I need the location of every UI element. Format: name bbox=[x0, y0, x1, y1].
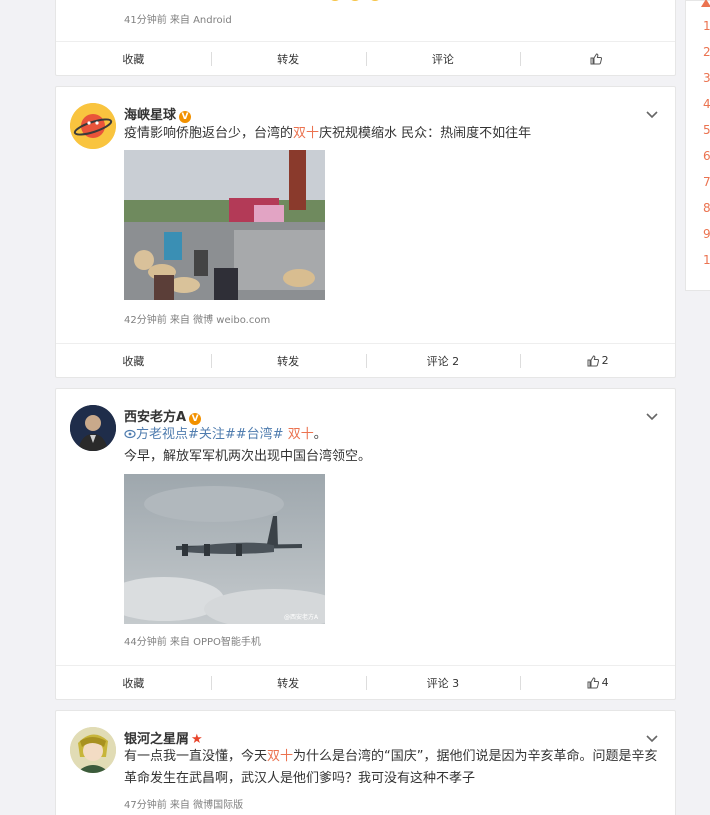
post-actions: 收藏 转发 评论 3 4 bbox=[56, 665, 675, 699]
thumb-up-icon bbox=[587, 676, 599, 688]
post-meta: 42分钟前 来自 微博 weibo.com bbox=[124, 315, 271, 326]
planet-logo-icon bbox=[70, 103, 116, 149]
chevron-down-icon[interactable] bbox=[645, 107, 659, 121]
favorite-button[interactable]: 收藏 bbox=[56, 344, 211, 377]
weibo-post-card: 41分钟前 来自 Android 收藏 转发 评论 bbox=[55, 0, 676, 76]
weibo-post-card: 银河之星屑 ★ 有一点我一直没懂，今天双十为什么是台湾的“国庆”，据他们说是因为辛… bbox=[55, 710, 676, 815]
favorite-button[interactable]: 收藏 bbox=[56, 42, 211, 75]
post-image[interactable] bbox=[124, 150, 325, 300]
topic-link[interactable]: 双十 bbox=[284, 427, 314, 442]
hot-rank[interactable]: 2 bbox=[703, 45, 710, 59]
username[interactable]: 西安老方A V bbox=[124, 406, 202, 425]
thumb-up-icon bbox=[587, 354, 599, 366]
hot-rank[interactable]: 8 bbox=[703, 201, 710, 215]
hot-rank[interactable]: 3 bbox=[703, 71, 710, 85]
hot-rank[interactable]: 5 bbox=[703, 123, 710, 137]
favorite-button[interactable]: 收藏 bbox=[56, 666, 211, 699]
topic-link[interactable]: 双十 bbox=[267, 749, 293, 764]
avatar[interactable] bbox=[70, 727, 116, 773]
weibo-post-card: 西安老方A V 方老视点#关注##台湾# 双十。 今早，解放军军机两次出现中国台湾… bbox=[55, 388, 676, 700]
comment-button[interactable]: 评论 bbox=[365, 42, 521, 75]
comment-button[interactable]: 评论 3 bbox=[365, 666, 521, 699]
post-text: 有一点我一直没懂，今天双十为什么是台湾的“国庆”，据他们说是因为辛亥革命。问题是… bbox=[124, 749, 658, 786]
topic-line: 方老视点#关注##台湾# 双十。 bbox=[124, 424, 659, 446]
like-button[interactable] bbox=[520, 42, 675, 75]
thumb-up-icon bbox=[590, 52, 603, 64]
topic-tags[interactable]: 方老视点#关注##台湾# bbox=[136, 427, 284, 442]
link-icon bbox=[124, 429, 136, 439]
post-meta: 41分钟前 来自 Android bbox=[124, 15, 232, 26]
chevron-down-icon[interactable] bbox=[645, 409, 659, 423]
like-button[interactable]: 4 bbox=[520, 666, 675, 699]
hot-rank[interactable]: 4 bbox=[703, 97, 710, 111]
image-watermark: @西安老方A bbox=[284, 613, 319, 621]
repost-button[interactable]: 转发 bbox=[210, 42, 366, 75]
avatar[interactable] bbox=[70, 103, 116, 149]
repost-button[interactable]: 转发 bbox=[210, 344, 366, 377]
celebration-photo bbox=[124, 150, 325, 300]
hot-rank[interactable]: 1 bbox=[703, 19, 710, 33]
hot-rank[interactable]: 7 bbox=[703, 175, 710, 189]
hot-icon bbox=[701, 0, 710, 7]
aircraft-photo: @西安老方A bbox=[124, 474, 325, 624]
weibo-post-card: 海峡星球 V 疫情影响侨胞返台少，台湾的双十庆祝规模缩水 民众：热闹度不如往年 4… bbox=[55, 86, 676, 378]
post-text: 今早，解放军军机两次出现中国台湾领空。 bbox=[124, 449, 372, 464]
post-meta: 47分钟前 来自 微博国际版 bbox=[124, 800, 244, 811]
comment-button[interactable]: 评论 2 bbox=[365, 344, 521, 377]
post-image[interactable]: @西安老方A bbox=[124, 474, 325, 624]
topic-link[interactable]: 双十 bbox=[293, 126, 319, 141]
like-button[interactable]: 2 bbox=[520, 344, 675, 377]
post-meta: 44分钟前 来自 OPPO智能手机 bbox=[124, 637, 261, 648]
like-count: 4 bbox=[601, 676, 609, 689]
hot-rank[interactable]: 10 bbox=[703, 253, 710, 267]
post-actions: 收藏 转发 评论 bbox=[56, 41, 675, 75]
avatar[interactable] bbox=[70, 405, 116, 451]
repost-button[interactable]: 转发 bbox=[210, 666, 366, 699]
chevron-down-icon[interactable] bbox=[645, 731, 659, 745]
person-photo-avatar bbox=[70, 405, 116, 451]
emoji-dots-icon bbox=[331, 0, 379, 1]
post-actions: 收藏 转发 评论 2 2 bbox=[56, 343, 675, 377]
image-dots bbox=[328, 0, 398, 1]
like-count: 2 bbox=[601, 354, 609, 367]
verified-badge-icon: V bbox=[179, 111, 192, 123]
username[interactable]: 海峡星球 V bbox=[124, 104, 192, 123]
star-badge-icon: ★ bbox=[191, 732, 203, 747]
post-text: 疫情影响侨胞返台少，台湾的双十庆祝规模缩水 民众：热闹度不如往年 bbox=[124, 126, 532, 141]
hot-list-sidebar: 1 2 3 4 5 6 7 8 9 10 bbox=[685, 0, 710, 291]
anime-avatar bbox=[70, 727, 116, 773]
hot-rank[interactable]: 6 bbox=[703, 149, 710, 163]
username[interactable]: 银河之星屑 ★ bbox=[124, 728, 203, 747]
hot-rank[interactable]: 9 bbox=[703, 227, 710, 241]
